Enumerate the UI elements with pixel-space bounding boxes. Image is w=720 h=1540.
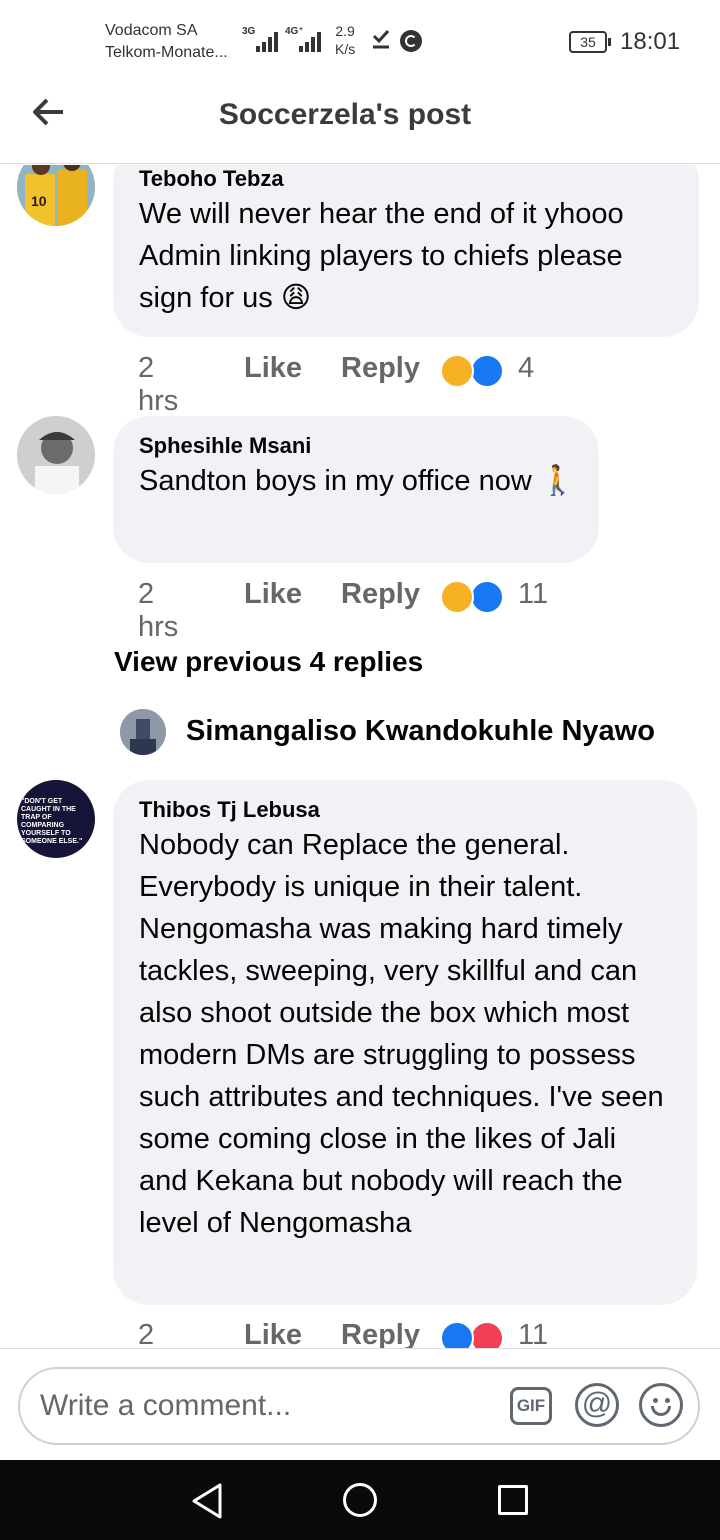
speed-value: 2.9 — [335, 23, 355, 39]
comment-author[interactable]: Sphesihle Msani — [139, 432, 573, 460]
reply-button[interactable]: Reply — [341, 578, 420, 611]
page-title: Soccerzela's post — [218, 98, 472, 131]
nav-back-icon[interactable] — [190, 1482, 224, 1520]
reactions[interactable] — [440, 354, 504, 388]
gif-icon[interactable]: GIF — [510, 1387, 552, 1425]
reaction-count[interactable]: 4 — [518, 352, 534, 385]
view-previous-replies-link[interactable]: View previous 4 replies — [114, 646, 423, 678]
avatar-person-image — [17, 416, 95, 494]
comment-author[interactable]: Thibos Tj Lebusa — [139, 796, 671, 824]
battery-icon: 35 — [569, 31, 611, 53]
mention-icon[interactable]: @ — [575, 1383, 619, 1427]
reply-button[interactable]: Reply — [341, 352, 420, 385]
comment-time[interactable]: 2 hrs — [138, 1319, 178, 1348]
comment-placeholder: Write a comment... — [40, 1389, 292, 1422]
comment-bubble[interactable]: Teboho Tebza We will never hear the end … — [113, 165, 699, 337]
avatar[interactable] — [17, 416, 95, 494]
comment-text: Nobody can Replace the general. Everybod… — [139, 829, 664, 1239]
system-nav-bar — [0, 1460, 720, 1540]
nav-home-icon[interactable] — [343, 1483, 377, 1517]
comment-author[interactable]: Teboho Tebza — [139, 165, 673, 193]
like-button[interactable]: Like — [244, 578, 302, 611]
reply-button[interactable]: Reply — [341, 1319, 420, 1348]
comment-input[interactable]: Write a comment... GIF @ — [18, 1367, 700, 1445]
like-button[interactable]: Like — [244, 1319, 302, 1348]
comment-text: Sandton boys in my office now 🚶 — [139, 465, 576, 497]
speed-unit: K/s — [335, 41, 356, 57]
post-header: Soccerzela's post — [0, 80, 720, 164]
carrier-1: Vodacom SA — [105, 22, 198, 39]
status-bar: Vodacom SA Telkom-Monate... 3G 4G⁺ 2.9 K… — [0, 0, 720, 80]
avatar-players-image: 10 — [17, 165, 95, 226]
like-reaction-icon — [440, 1321, 474, 1348]
avatar-person-image — [120, 709, 166, 755]
download-check-icon — [372, 29, 390, 49]
clock: 18:01 — [620, 28, 681, 55]
carrier-info: Vodacom SA Telkom-Monate... — [105, 20, 228, 64]
carrier-2: Telkom-Monate... — [105, 44, 228, 61]
reaction-count[interactable]: 11 — [518, 578, 548, 611]
comment-composer: Write a comment... GIF @ — [0, 1348, 720, 1460]
like-reaction-icon — [470, 580, 504, 614]
comment-bubble[interactable]: Thibos Tj Lebusa Nobody can Replace the … — [113, 780, 697, 1305]
svg-text:10: 10 — [31, 193, 47, 209]
comments-feed[interactable]: 10 Teboho Tebza We will never hear the e… — [0, 165, 720, 1348]
avatar-quote-text: "DON'T GET CAUGHT IN THE TRAP OF COMPARI… — [21, 798, 83, 845]
love-reaction-icon — [470, 1321, 504, 1348]
reply-author[interactable]: Simangaliso Kwandokuhle Nyawo — [186, 715, 655, 748]
haha-reaction-icon — [440, 580, 474, 614]
comment-text: We will never hear the end of it yhooo A… — [139, 198, 624, 314]
reaction-count[interactable]: 11 — [518, 1319, 548, 1348]
reactions[interactable] — [440, 580, 504, 614]
reactions[interactable] — [440, 1321, 504, 1348]
network-type-1: 3G — [242, 26, 256, 37]
comment-bubble[interactable]: Sphesihle Msani Sandton boys in my offic… — [113, 416, 599, 563]
comment-time[interactable]: 2 hrs — [138, 578, 178, 644]
like-button[interactable]: Like — [244, 352, 302, 385]
avatar[interactable] — [120, 709, 166, 755]
emoji-icon[interactable] — [639, 1383, 683, 1427]
nav-recents-icon[interactable] — [498, 1485, 528, 1515]
whatsapp-icon — [400, 30, 422, 52]
like-reaction-icon — [470, 354, 504, 388]
avatar[interactable]: 10 — [17, 165, 95, 226]
comment-time[interactable]: 2 hrs — [138, 352, 178, 418]
avatar[interactable]: "DON'T GET CAUGHT IN THE TRAP OF COMPARI… — [17, 780, 95, 858]
haha-reaction-icon — [440, 354, 474, 388]
network-speed: 2.9 K/s — [335, 22, 355, 58]
